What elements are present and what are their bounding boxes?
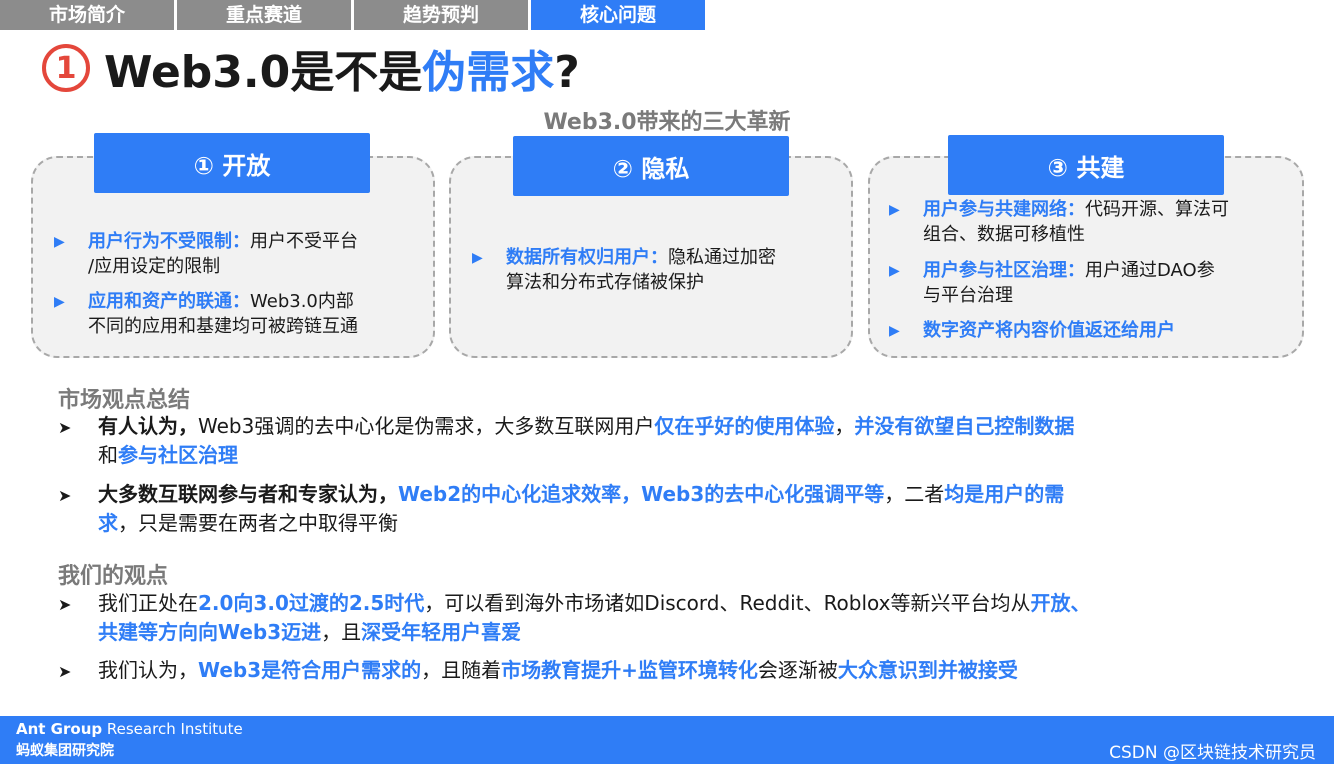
- card-privacy-head: ② 隐私: [513, 136, 789, 196]
- footer-org-cn: 蚂蚁集团研究院: [16, 743, 114, 759]
- tab-key-tracks[interactable]: 重点赛道: [177, 0, 351, 30]
- arrow-bullet-icon: ▶: [889, 263, 900, 279]
- our-views-heading: 我们的观点: [58, 564, 169, 589]
- card-openness-item-2: ▶ 应用和资产的联通：Web3.0内部 不同的应用和基建均可被跨链互通: [54, 291, 358, 337]
- tab-core-issues[interactable]: 核心问题: [531, 0, 705, 30]
- title-number-badge: 1: [42, 44, 90, 92]
- arrow-bullet-icon: ▶: [889, 323, 900, 339]
- card-co-build-head: ③ 共建: [948, 135, 1224, 195]
- tab-market-intro[interactable]: 市场简介: [0, 0, 174, 30]
- market-summary-heading: 市场观点总结: [58, 388, 191, 413]
- arrow-bullet-icon: ➤: [58, 486, 72, 505]
- tab-trend-forecast[interactable]: 趋势预判: [354, 0, 528, 30]
- arrow-bullet-icon: ▶: [54, 294, 65, 310]
- summary-point-2: ➤ 大多数互联网参与者和专家认为，Web2的中心化追求效率，Web3的去中心化强…: [58, 480, 1288, 538]
- top-tabs: 市场简介 重点赛道 趋势预判 核心问题: [0, 0, 708, 30]
- card-co-build-item-3: ▶ 数字资产将内容价值返还给用户: [889, 318, 1299, 344]
- card-privacy-item-1: ▶ 数据所有权归用户：隐私通过加密 算法和分布式存储被保护: [472, 247, 776, 293]
- page-title: Web3.0是不是伪需求?: [104, 47, 580, 98]
- arrow-bullet-icon: ➤: [58, 418, 72, 437]
- card-co-build-item-1: ▶ 用户参与共建网络：代码开源、算法可 组合、数据可移植性: [889, 199, 1229, 245]
- section-subtitle: Web3.0带来的三大革新: [543, 110, 791, 135]
- arrow-bullet-icon: ➤: [58, 662, 72, 681]
- our-view-point-2: ➤ 我们认为，Web3是符合用户需求的，且随着市场教育提升+监管环境转化会逐渐被…: [58, 656, 1288, 686]
- arrow-bullet-icon: ▶: [889, 202, 900, 218]
- arrow-bullet-icon: ➤: [58, 595, 72, 614]
- page-title-row: 1 Web3.0是不是伪需求?: [42, 38, 580, 98]
- card-openness-item-1: ▶ 用户行为不受限制：用户不受平台/应用设定的限制: [54, 231, 358, 277]
- our-view-point-1: ➤ 我们正处在2.0向3.0过渡的2.5时代，可以看到海外市场诸如Discord…: [58, 589, 1288, 647]
- footer-org-en: Ant Group Research Institute: [16, 720, 243, 738]
- arrow-bullet-icon: ▶: [472, 250, 483, 266]
- summary-point-1: ➤ 有人认为，Web3强调的去中心化是伪需求，大多数互联网用户仅在乎好的使用体验…: [58, 412, 1288, 470]
- arrow-bullet-icon: ▶: [54, 234, 65, 250]
- card-openness-head: ① 开放: [94, 133, 370, 193]
- card-co-build-item-2: ▶ 用户参与社区治理：用户通过DAO参 与平台治理: [889, 260, 1215, 306]
- csdn-watermark: CSDN @区块链技术研究员: [1109, 743, 1316, 763]
